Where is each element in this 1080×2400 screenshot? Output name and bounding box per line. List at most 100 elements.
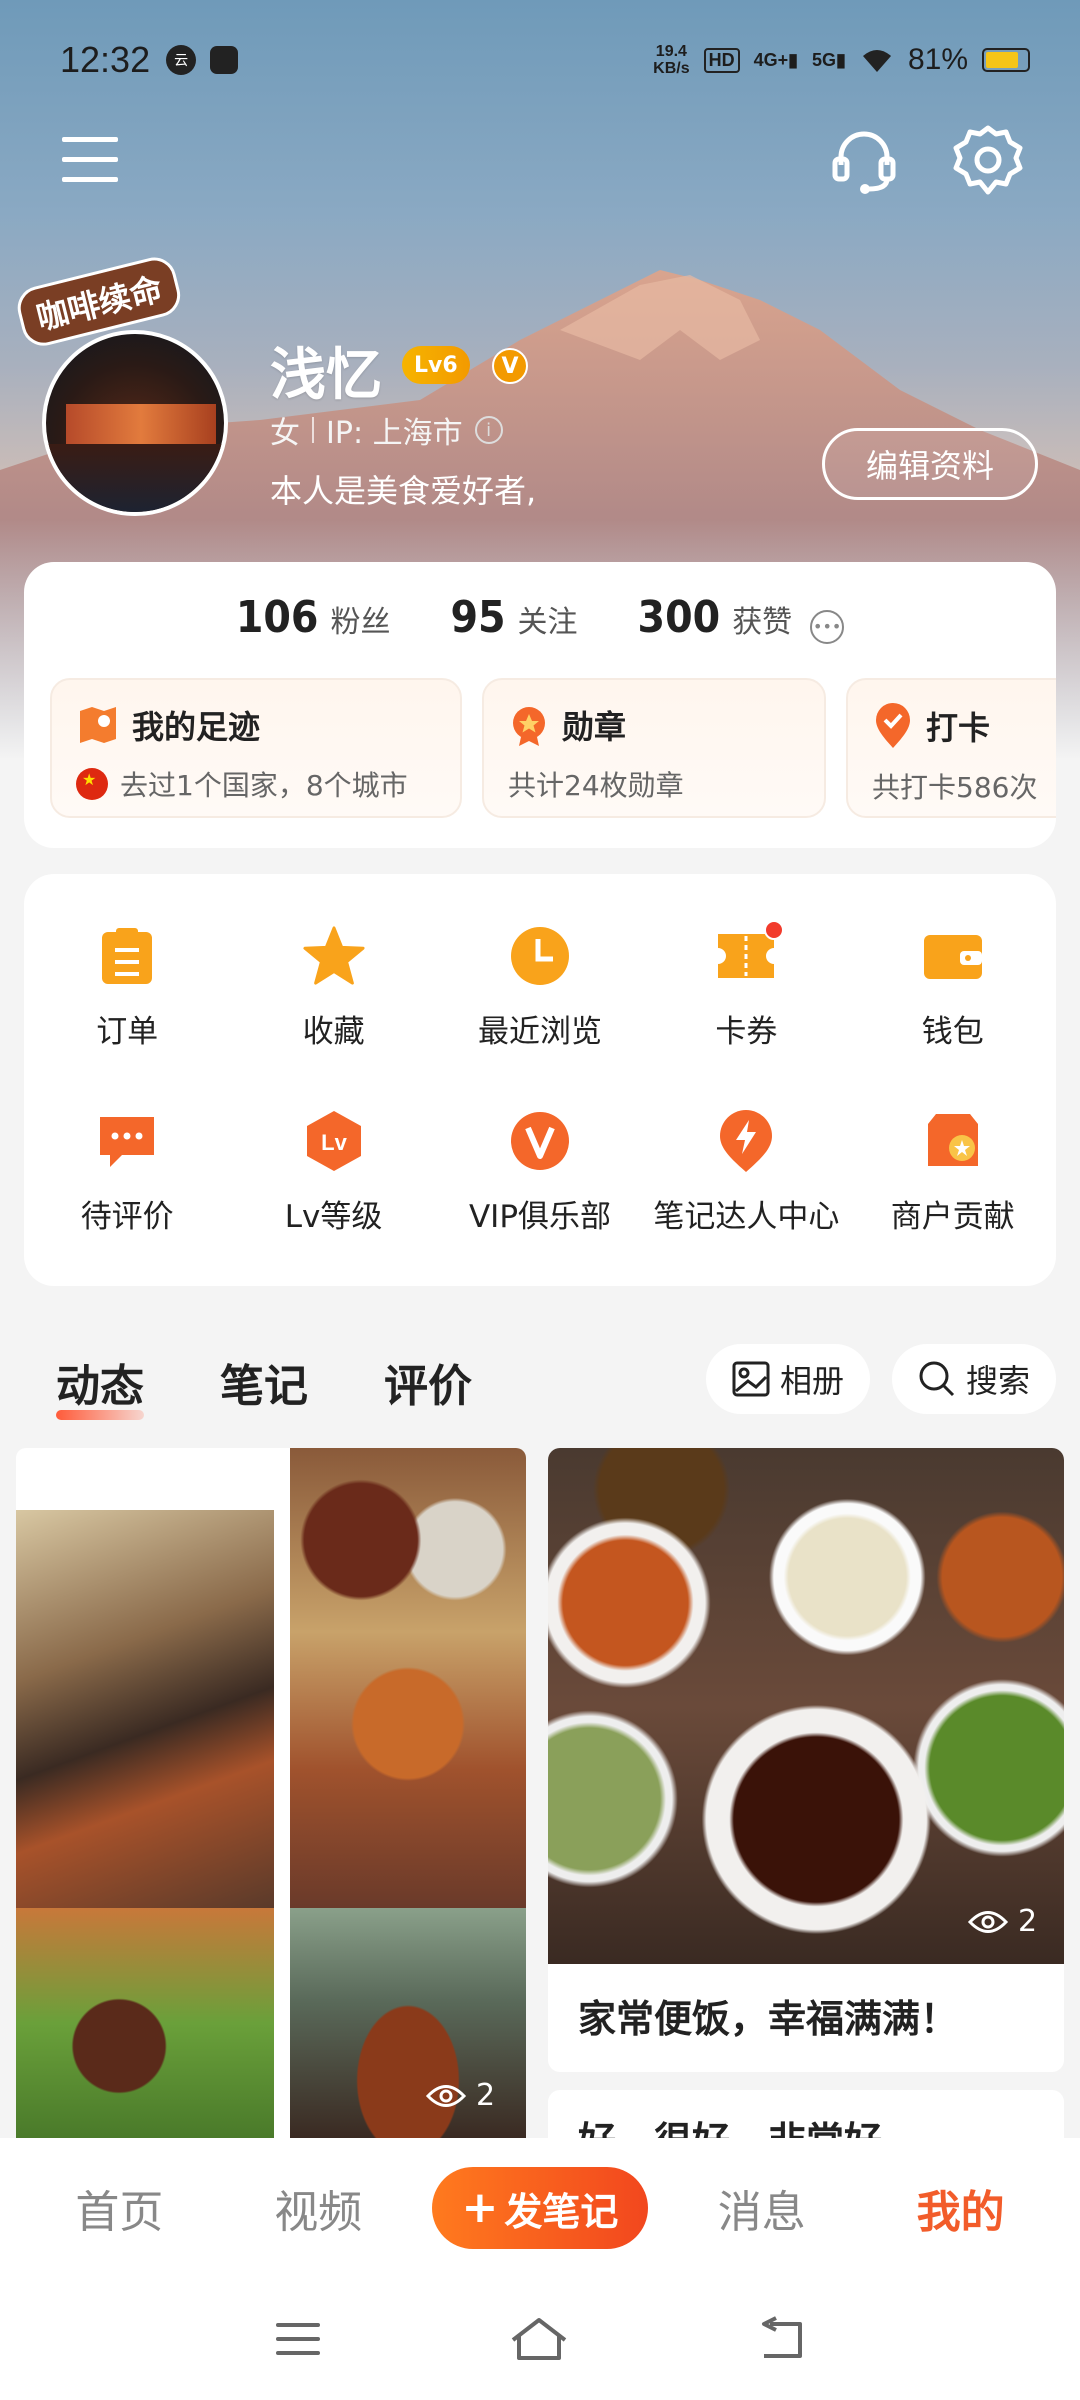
search-button[interactable]: 搜索 xyxy=(892,1344,1057,1414)
nav-mine[interactable]: 我的 xyxy=(876,2176,1046,2240)
medal-icon xyxy=(513,707,545,746)
shop-icon xyxy=(927,1114,978,1166)
vip-icon xyxy=(510,1112,569,1170)
service-pending-review-label: 待评价 xyxy=(80,1199,174,1235)
username: 浅忆 xyxy=(270,343,382,408)
level-icon: Lv xyxy=(306,1111,361,1171)
followers-label: 粉丝 xyxy=(330,605,391,640)
stats-row: 106 粉丝 95 关注 300 获赞 ••• xyxy=(24,592,1056,644)
right-view-count: 2 xyxy=(968,1904,1037,1939)
service-level[interactable]: Lv Lv等级 xyxy=(230,1109,436,1236)
service-vip[interactable]: VIP俱乐部 xyxy=(437,1109,643,1236)
search-label: 搜索 xyxy=(966,1362,1031,1400)
tab-notes[interactable]: 笔记 xyxy=(220,1350,308,1414)
service-history[interactable]: 最近浏览 xyxy=(437,924,643,1051)
stat-following[interactable]: 95 关注 xyxy=(450,592,577,643)
content-tabs: 动态 笔记 评价 xyxy=(56,1350,472,1420)
plus-icon: + xyxy=(461,2182,499,2233)
following-label: 关注 xyxy=(517,605,578,640)
status-time: 12:32 xyxy=(60,39,151,80)
services-panel: 订单 收藏 最近浏览 卡券 钱包 待评价 Lv Lv等级 VIP俱乐部 笔记达人… xyxy=(24,874,1056,1286)
more-icon[interactable]: ••• xyxy=(810,609,845,644)
service-favorites[interactable]: 收藏 xyxy=(230,924,436,1051)
nav-video[interactable]: 视频 xyxy=(233,2176,403,2240)
service-merchant[interactable]: 商户贡献 xyxy=(850,1109,1056,1236)
search-icon xyxy=(919,1361,955,1397)
collage-photo-lettuce-wrap xyxy=(16,1908,274,2138)
stats-card: 106 粉丝 95 关注 300 获赞 ••• 我的足迹 去过1个国家，8个城市 xyxy=(24,562,1056,848)
avatar-water xyxy=(46,444,224,512)
service-vip-label: VIP俱乐部 xyxy=(468,1199,612,1235)
tab-reviews[interactable]: 评价 xyxy=(384,1350,472,1414)
net2-label: 5G xyxy=(812,49,837,70)
net1-label: 4G+ xyxy=(753,49,789,70)
svg-text:Lv: Lv xyxy=(321,1130,347,1155)
chip-footprint-subtitle: 去过1个国家，8个城市 xyxy=(120,769,408,802)
map-icon xyxy=(80,707,116,743)
china-flag-icon xyxy=(76,768,108,800)
stat-followers[interactable]: 106 粉丝 xyxy=(236,592,391,643)
feed-card-left[interactable]: 2 xyxy=(16,1448,526,2138)
headset-icon xyxy=(832,131,896,194)
back-icon[interactable] xyxy=(756,2316,806,2362)
network-speed: 19.4 KB/s xyxy=(653,43,689,77)
gear-icon xyxy=(953,125,1023,195)
chip-checkin[interactable]: 打卡 共打卡586次 xyxy=(846,678,1056,818)
level-badge[interactable]: Lv6 xyxy=(402,346,470,384)
customer-service-button[interactable] xyxy=(824,120,904,200)
service-creator-center-label: 笔记达人中心 xyxy=(653,1199,840,1235)
recent-apps-icon[interactable] xyxy=(274,2319,322,2359)
following-count: 95 xyxy=(450,592,506,643)
followers-count: 106 xyxy=(235,592,319,643)
battery-fill xyxy=(986,52,1019,68)
star-icon xyxy=(303,926,365,985)
system-navigation xyxy=(0,2278,1080,2400)
comment-icon xyxy=(100,1117,155,1167)
service-level-label: Lv等级 xyxy=(284,1199,383,1235)
signal-5g-icon: 5G▮ xyxy=(812,49,846,70)
feed-caption: 家常便饭，幸福满满！ xyxy=(578,1997,959,2041)
service-coupons[interactable]: 卡券 xyxy=(643,920,849,1051)
avatar[interactable] xyxy=(42,330,228,516)
left-view-count: 2 xyxy=(426,2078,495,2113)
image-icon xyxy=(732,1361,770,1397)
cloud-icon: 云 xyxy=(166,45,197,75)
service-orders[interactable]: 订单 xyxy=(24,924,230,1051)
home-icon[interactable] xyxy=(509,2316,569,2362)
chip-medals-title: 勋章 xyxy=(562,708,627,746)
bottom-navigation: 首页 视频 + 发笔记 消息 我的 xyxy=(0,2138,1080,2278)
gender: 女 xyxy=(270,416,300,451)
edit-profile-button[interactable]: 编辑资料 xyxy=(822,428,1038,500)
album-button[interactable]: 相册 xyxy=(706,1344,871,1414)
new-coupon-dot xyxy=(764,920,785,940)
service-pending-review[interactable]: 待评价 xyxy=(24,1109,230,1236)
chip-medals-subtitle: 共计24枚勋章 xyxy=(508,769,684,802)
eye-icon xyxy=(968,1910,1008,1933)
service-wallet-label: 钱包 xyxy=(921,1014,984,1050)
post-note-button[interactable]: + 发笔记 xyxy=(431,2167,648,2249)
nav-messages[interactable]: 消息 xyxy=(677,2176,847,2240)
battery-icon xyxy=(982,48,1030,72)
service-wallet[interactable]: 钱包 xyxy=(850,924,1056,1051)
chip-medals[interactable]: 勋章 共计24枚勋章 xyxy=(482,678,826,818)
stat-likes[interactable]: 300 获赞 ••• xyxy=(638,592,845,644)
order-icon xyxy=(102,928,153,984)
feed-card-right[interactable]: 2 家常便饭，幸福满满！ xyxy=(548,1448,1064,2072)
tab-moments[interactable]: 动态 xyxy=(56,1350,144,1420)
chip-footprint[interactable]: 我的足迹 去过1个国家，8个城市 xyxy=(50,678,462,818)
service-creator-center[interactable]: 笔记达人中心 xyxy=(643,1109,849,1236)
likes-count: 300 xyxy=(637,592,721,643)
wifi-icon xyxy=(862,50,891,72)
menu-icon xyxy=(62,137,118,182)
verified-badge[interactable]: V xyxy=(492,348,528,384)
service-favorites-label: 收藏 xyxy=(302,1014,365,1050)
battery-percent: 81% xyxy=(907,43,968,76)
menu-button[interactable] xyxy=(50,120,130,200)
likes-label: 获赞 xyxy=(732,605,793,640)
wallet-icon xyxy=(923,935,982,979)
settings-button[interactable] xyxy=(948,120,1028,200)
info-icon[interactable]: i xyxy=(474,416,503,444)
left-views-value: 2 xyxy=(476,2078,496,2113)
nav-home[interactable]: 首页 xyxy=(34,2176,204,2240)
avatar-container[interactable]: 咖啡续命 xyxy=(13,252,240,530)
